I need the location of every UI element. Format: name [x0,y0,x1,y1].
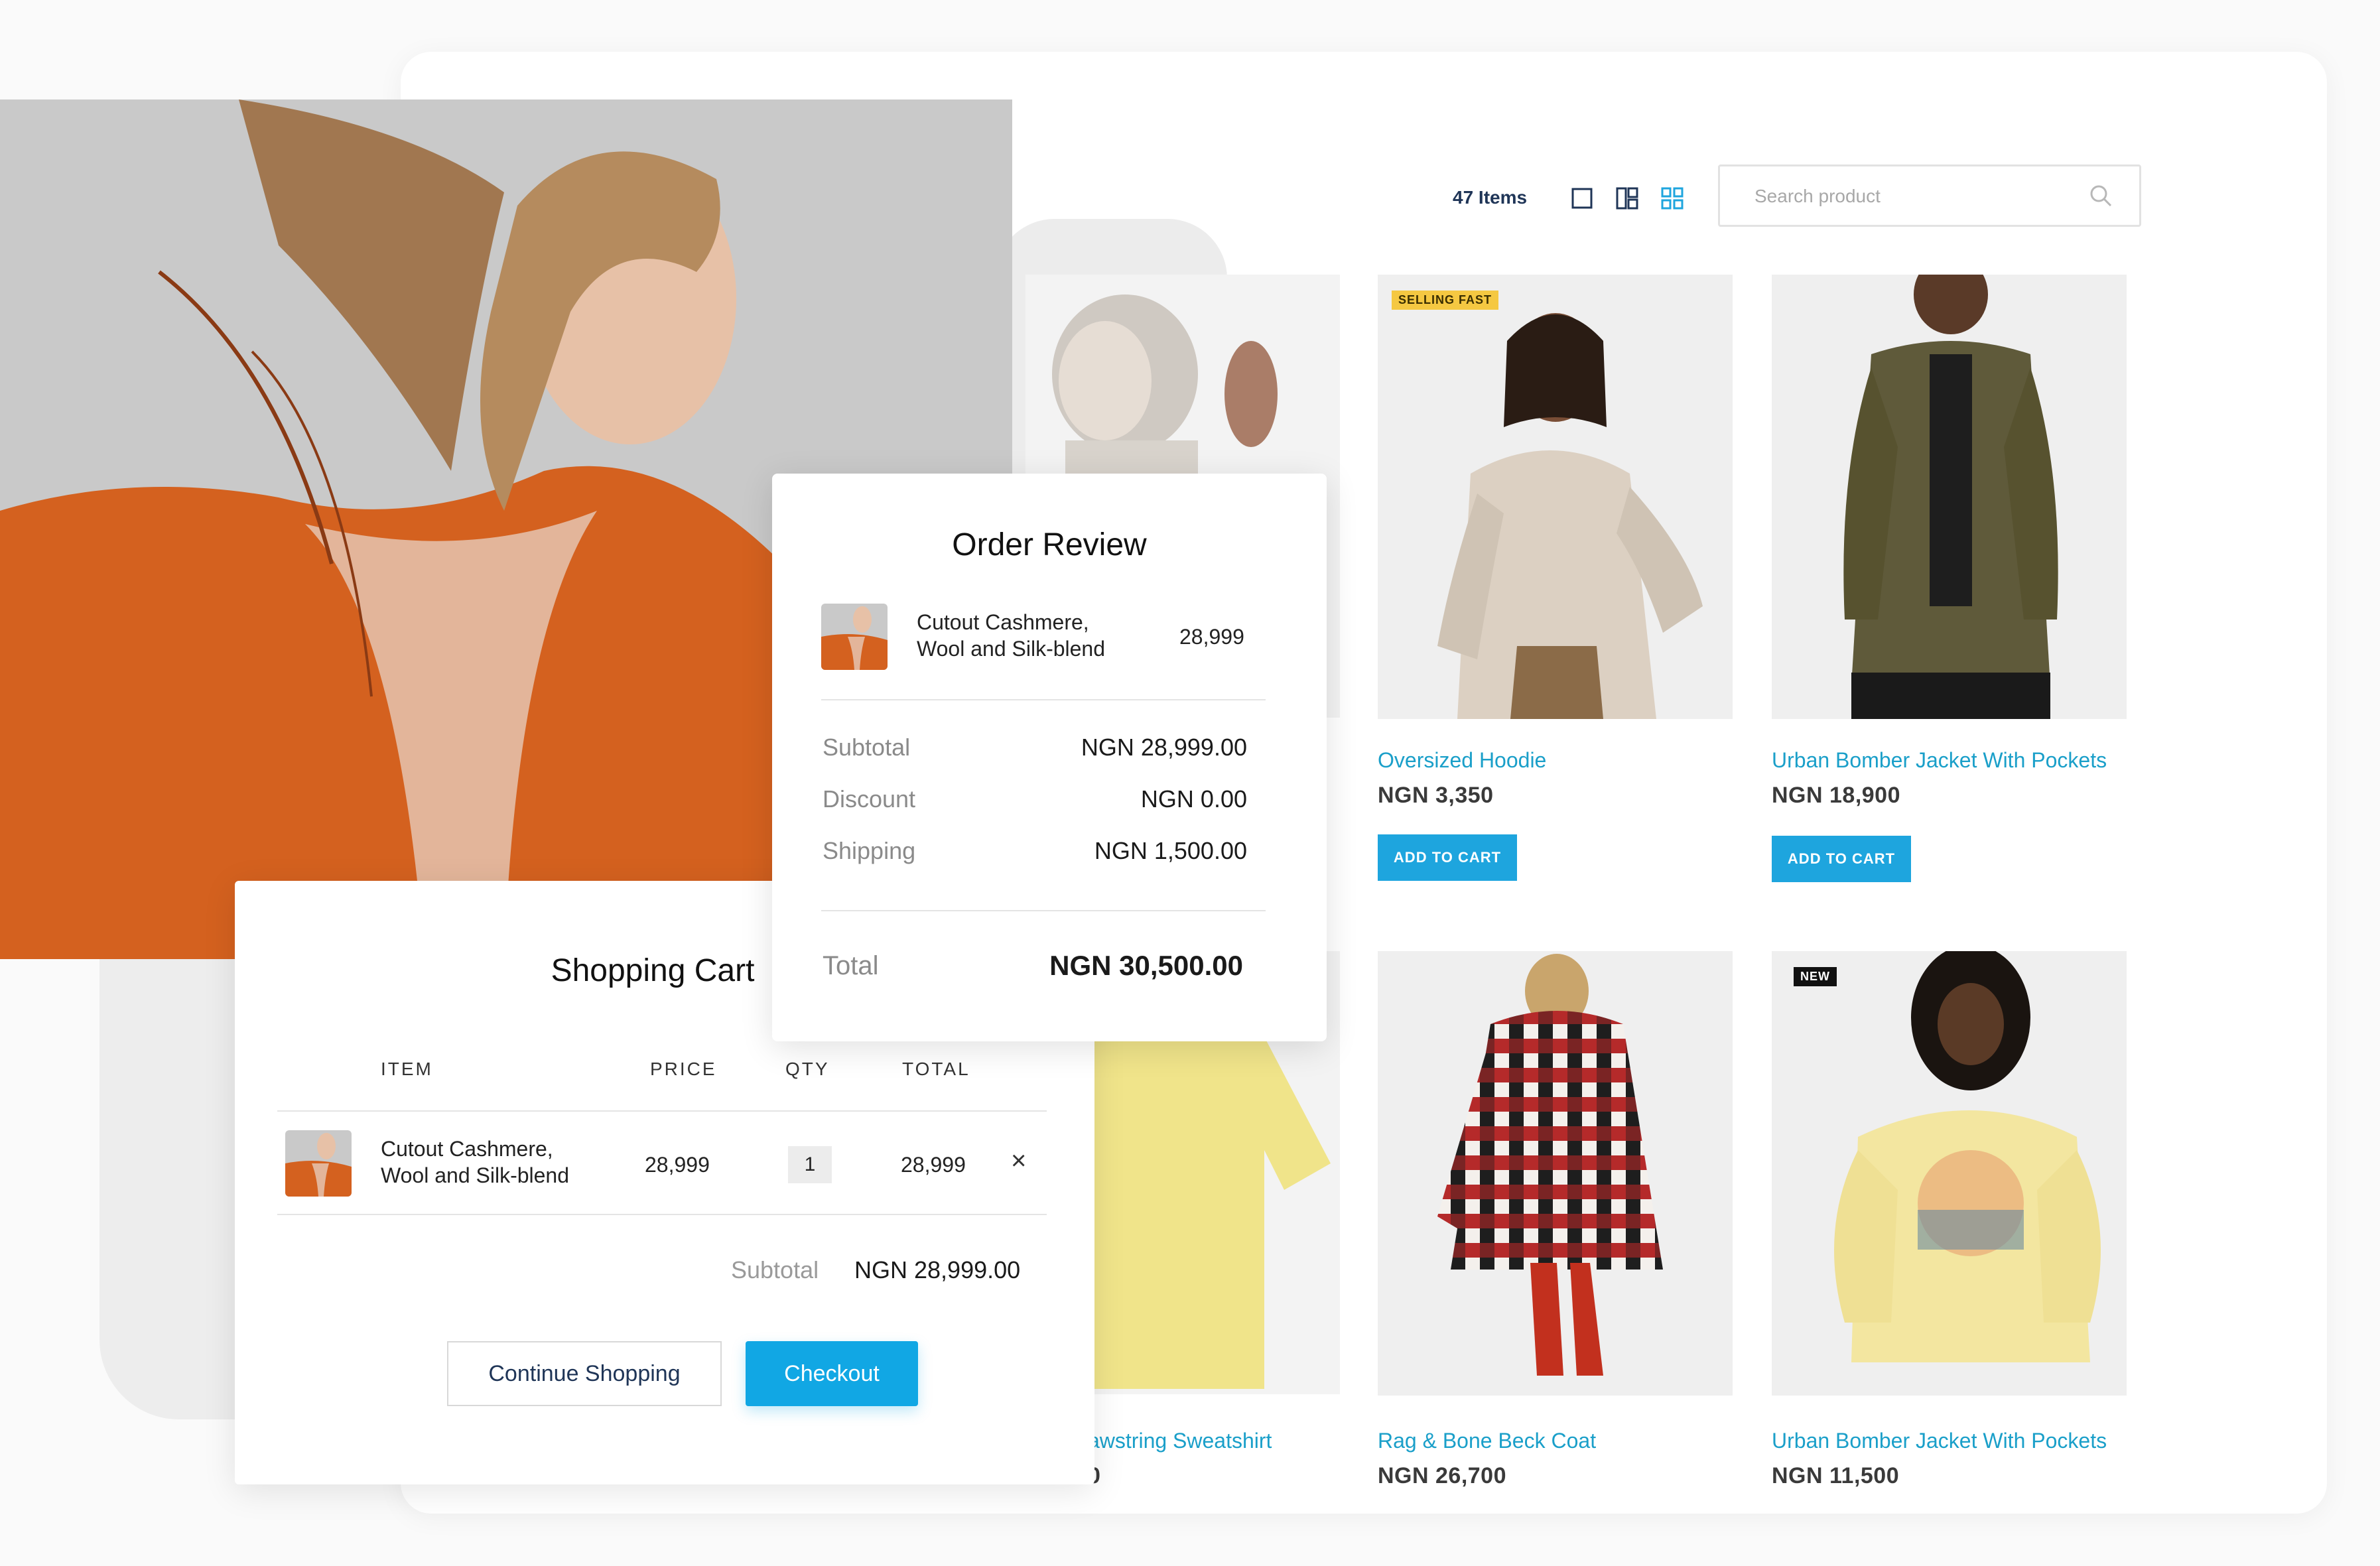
product-name[interactable]: Urban Bomber Jacket With Pockets [1772,748,2107,773]
order-subtotal-value: NGN 28,999.00 [1081,734,1247,761]
product-image-yellow-sweatshirt[interactable] [1772,951,2127,1396]
masonry-view-icon[interactable] [1616,187,1638,210]
order-review-panel: Order Review Cutout Cashmere, Wool and S… [772,474,1327,1041]
product-price: NGN 11,500 [1772,1463,1900,1488]
selling-fast-badge: SELLING FAST [1392,291,1499,310]
items-count: 47 Items [1453,187,1528,208]
quantity-field[interactable]: 1 [788,1146,832,1183]
cart-item-price: 28,999 [645,1153,710,1177]
cart-item-total: 28,999 [901,1153,966,1177]
product-name[interactable]: Urban Bomber Jacket With Pockets [1772,1429,2107,1453]
order-total-label: Total [823,951,879,980]
column-header-price: PRICE [650,1059,717,1079]
add-to-cart-button[interactable]: ADD TO CART [1772,836,1911,882]
grid-view-icon[interactable] [1661,187,1684,210]
cart-item-name: Cutout Cashmere, Wool and Silk-blend [381,1137,570,1187]
product-image-check-coat[interactable] [1378,951,1733,1396]
product-image-hoodie[interactable] [1378,275,1733,719]
new-badge: NEW [1794,967,1837,986]
order-review-title: Order Review [952,527,1147,562]
add-to-cart-button[interactable]: ADD TO CART [1378,834,1517,881]
single-view-icon[interactable] [1571,187,1593,210]
column-header-item: ITEM [381,1059,433,1079]
order-shipping-value: NGN 1,500.00 [1094,837,1247,864]
divider [277,1214,1047,1215]
search-box [1718,164,2141,227]
divider [277,1110,1047,1112]
order-discount-value: NGN 0.00 [1140,785,1247,813]
product-name[interactable]: Rag & Bone Beck Coat [1378,1429,1596,1453]
divider [821,910,1266,911]
order-item-price: 28,999 [1179,625,1244,649]
order-item-name: Cutout Cashmere, Wool and Silk-blend [917,610,1106,661]
cart-item-thumbnail [285,1130,352,1197]
order-subtotal-label: Subtotal [823,734,911,761]
product-name[interactable]: awstring Sweatshirt [1088,1429,1272,1453]
continue-shopping-button[interactable]: Continue Shopping [447,1341,722,1406]
product-price: NGN 3,350 [1378,783,1494,808]
search-input[interactable] [1753,166,2074,226]
product-price: NGN 18,900 [1772,783,1900,808]
cart-subtotal-label: Subtotal [731,1256,819,1283]
cart-subtotal-value: NGN 28,999.00 [854,1256,1021,1283]
search-icon[interactable] [2089,184,2113,208]
order-shipping-label: Shipping [823,837,916,864]
column-header-total: TOTAL [902,1059,970,1079]
product-image-bomber-jacket[interactable] [1772,275,2127,719]
order-total-value: NGN 30,500.00 [1049,950,1243,981]
product-name[interactable]: Oversized Hoodie [1378,748,1546,773]
order-item-thumbnail [821,604,888,670]
divider [821,699,1266,700]
remove-item-icon[interactable]: × [1011,1146,1026,1176]
checkout-button[interactable]: Checkout [746,1341,918,1406]
column-header-qty: QTY [785,1059,830,1079]
product-price: NGN 26,700 [1378,1463,1506,1488]
order-discount-label: Discount [823,785,916,813]
